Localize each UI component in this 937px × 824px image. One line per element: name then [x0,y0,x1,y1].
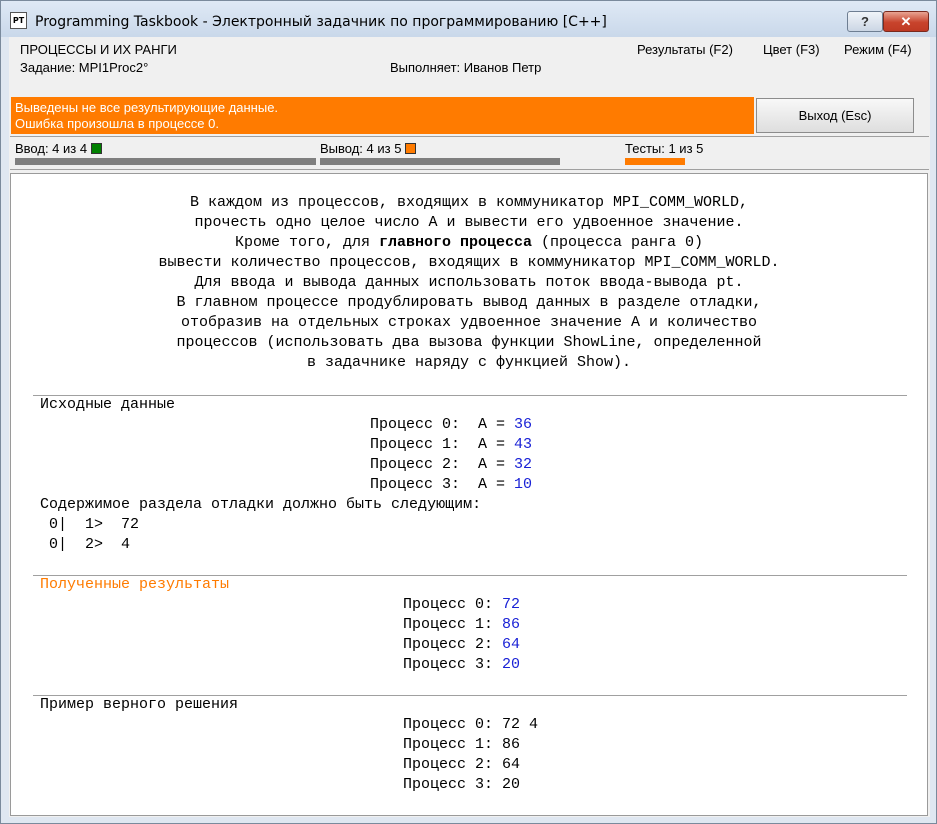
example-row: Процесс 2: 64 [403,756,521,773]
results-section-title: Полученные результаты [40,576,230,593]
result-row-value: 20 [502,656,521,673]
input-row-label: Процесс 2: A = [370,456,515,473]
input-row: Процесс 2: A = 32 [370,456,532,473]
input-status-label: Ввод: 4 из 4 [15,141,88,156]
input-row-label: Процесс 3: A = [370,476,515,493]
output-indicator-icon [405,143,417,154]
result-row-value: 64 [502,636,521,653]
performer-name: Выполняет: Иванов Петр [390,60,542,75]
input-row: Процесс 3: A = 10 [370,476,532,493]
window-title: Programming Taskbook - Электронный задач… [35,14,607,30]
input-row-label: Процесс 1: A = [370,436,515,453]
output-status: Вывод: 4 из 5 [320,141,417,156]
input-row-value: 10 [514,476,533,493]
input-row: Процесс 1: A = 43 [370,436,532,453]
main-process-emphasis: главного процесса [378,234,533,251]
input-row-value: 36 [514,416,533,433]
input-progress-bar [15,158,316,165]
results-menu[interactable]: Результаты (F2) [637,42,733,57]
debug-line: 0| 1> 72 [40,516,140,533]
task-content-panel[interactable]: В каждом из процессов, входящих в коммун… [10,173,928,816]
task-line-7: отобразив на отдельных строках удвоенное… [180,314,758,331]
tests-status: Тесты: 1 из 5 [625,141,704,156]
tests-progress-bar [625,158,685,165]
result-row-value: 86 [502,616,521,633]
task-line-9: в задачнике наряду с функцией Show). [306,354,632,371]
output-status-label: Вывод: 4 из 5 [320,141,402,156]
input-row-value: 32 [514,456,533,473]
app-icon[interactable]: PT [10,12,27,29]
result-row-label: Процесс 3: [403,656,503,673]
result-row: Процесс 0: 72 [403,596,520,613]
task-line-8: процессов (использовать два вызова функц… [176,334,762,351]
task-line-3-pre: Кроме того, для [234,234,379,251]
status-panel: Ввод: 4 из 4 Вывод: 4 из 5 Тесты: 1 из 5 [10,136,929,170]
debug-line: 0| 2> 4 [40,536,131,553]
input-status: Ввод: 4 из 4 [15,141,103,156]
task-group-title: ПРОЦЕССЫ И ИХ РАНГИ [20,42,177,57]
output-progress-bar [320,158,560,165]
input-row-label: Процесс 0: A = [370,416,515,433]
mode-menu[interactable]: Режим (F4) [844,42,912,57]
help-button[interactable]: ? [847,11,883,32]
task-line-2: прочесть одно целое число A и вывести ег… [194,214,744,231]
close-button[interactable]: ✕ [883,11,929,32]
result-row-label: Процесс 0: [403,596,503,613]
example-row: Процесс 1: 86 [403,736,521,753]
error-message-panel: Выведены не все результирующие данные. О… [11,97,754,134]
task-line-6: В главном процессе продублировать вывод … [176,294,762,311]
title-bar[interactable]: PT Programming Taskbook - Электронный за… [1,1,936,37]
result-row: Процесс 2: 64 [403,636,520,653]
debug-section-title: Содержимое раздела отладки должно быть с… [40,496,482,513]
result-row: Процесс 1: 86 [403,616,520,633]
task-line-3: Кроме того, для главного процесса (проце… [11,234,927,251]
client-area: ПРОЦЕССЫ И ИХ РАНГИ Задание: MPI1Proc2° … [9,37,930,817]
error-line-1: Выведены не все результирующие данные. [15,100,279,115]
input-section-title: Исходные данные [40,396,176,413]
exit-button[interactable]: Выход (Esc) [756,98,914,133]
result-row-label: Процесс 2: [403,636,503,653]
task-name: Задание: MPI1Proc2° [20,60,149,75]
color-menu[interactable]: Цвет (F3) [763,42,820,57]
input-row: Процесс 0: A = 36 [370,416,532,433]
task-line-3-post: (процесса ранга 0) [532,234,704,251]
input-row-value: 43 [514,436,533,453]
input-indicator-icon [91,143,103,154]
example-row: Процесс 0: 72 4 [403,716,539,733]
example-row: Процесс 3: 20 [403,776,521,793]
app-window: PT Programming Taskbook - Электронный за… [0,0,937,824]
result-row: Процесс 3: 20 [403,656,520,673]
example-section-title: Пример верного решения [40,696,239,713]
task-line-1: В каждом из процессов, входящих в коммун… [189,194,749,211]
task-line-4: вывести количество процессов, входящих в… [158,254,780,271]
error-line-2: Ошибка произошла в процессе 0. [15,116,219,131]
task-line-5: Для ввода и вывода данных использовать п… [194,274,744,291]
result-row-label: Процесс 1: [403,616,503,633]
result-row-value: 72 [502,596,521,613]
